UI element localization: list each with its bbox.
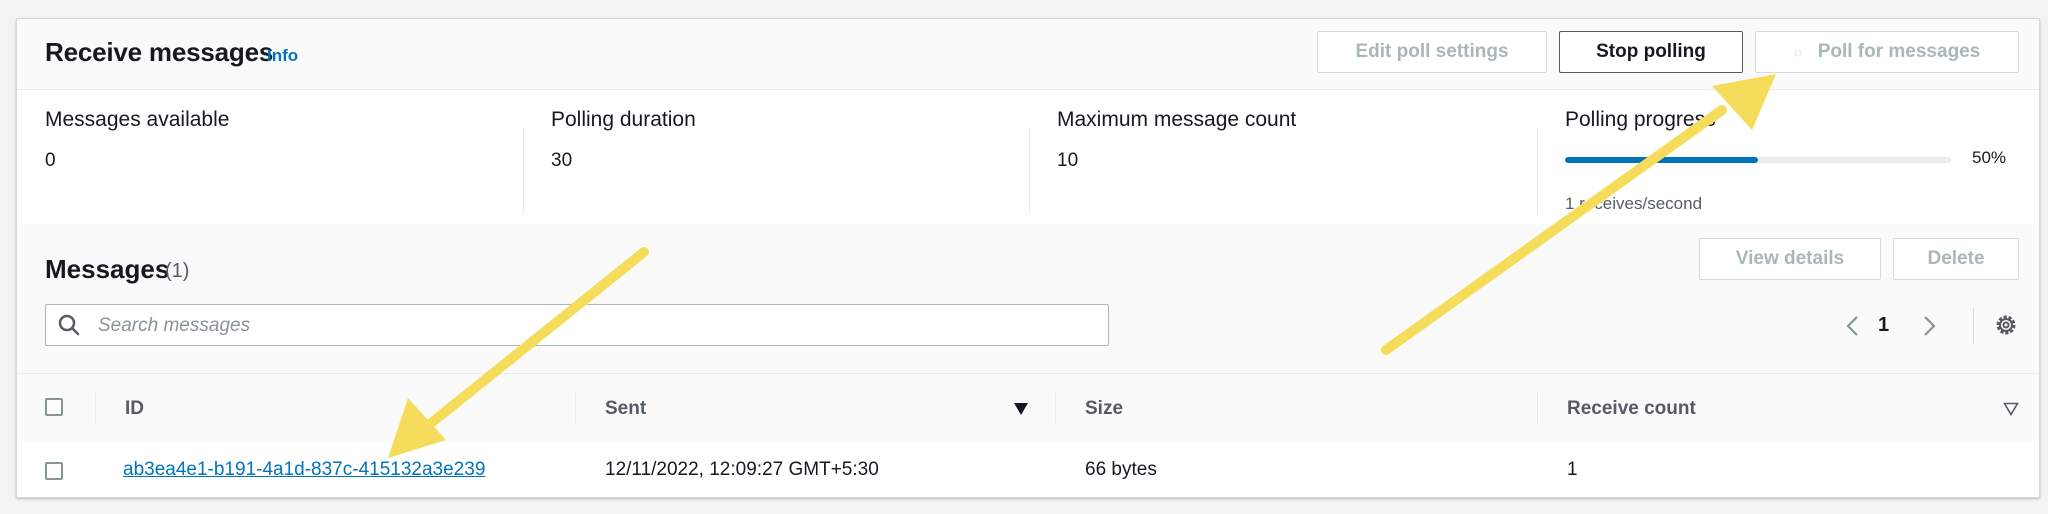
column-header-id[interactable]: ID: [125, 398, 144, 420]
search-icon: [58, 314, 80, 336]
stat-maximum-message-count: Maximum message count 10: [1057, 108, 1296, 172]
select-all-checkbox[interactable]: [45, 398, 63, 416]
stat-label: Polling progress: [1565, 108, 1716, 131]
info-link[interactable]: Info: [267, 46, 298, 66]
messages-title: Messages: [45, 254, 170, 284]
receive-messages-panel: Receive messages Info Edit poll settings…: [16, 18, 2040, 498]
sort-icon[interactable]: [2003, 402, 2019, 416]
column-divider: [95, 392, 96, 424]
page-title: Receive messages: [45, 37, 274, 67]
row-checkbox[interactable]: [45, 462, 63, 480]
stat-value: 10: [1057, 150, 1079, 171]
column-divider: [1537, 392, 1538, 424]
stop-polling-button[interactable]: Stop polling: [1559, 31, 1743, 73]
search-input[interactable]: [96, 307, 1100, 345]
divider: [1029, 128, 1030, 214]
edit-poll-settings-button[interactable]: Edit poll settings: [1317, 31, 1547, 73]
messages-section: Messages (1) View details Delete 1: [17, 224, 2039, 497]
stat-label: Messages available: [45, 108, 230, 131]
table-row[interactable]: ab3ea4e1-b191-4a1d-837c-415132a3e239 12/…: [17, 442, 2039, 497]
delete-button[interactable]: Delete: [1893, 238, 2019, 280]
panel-header: Receive messages Info Edit poll settings…: [17, 19, 2039, 90]
stat-label: Maximum message count: [1057, 108, 1297, 131]
divider: [1973, 308, 1974, 344]
search-box: [45, 304, 1109, 346]
chevron-right-icon[interactable]: [1919, 314, 1939, 338]
view-details-button[interactable]: View details: [1699, 238, 1881, 280]
column-divider: [575, 392, 576, 424]
table-header: ID Sent Size Receive count: [17, 373, 2039, 443]
column-header-sent[interactable]: Sent: [605, 398, 646, 420]
loading-spinner-icon: ◌: [1793, 44, 1803, 60]
stat-polling-progress: Polling progress: [1565, 108, 1716, 132]
poll-for-messages-button[interactable]: ◌ Poll for messages: [1755, 31, 2019, 73]
stat-label: Polling duration: [551, 108, 696, 131]
column-header-size[interactable]: Size: [1085, 398, 1123, 420]
message-sent: 12/11/2022, 12:09:27 GMT+5:30: [605, 459, 879, 480]
chevron-left-icon[interactable]: [1843, 314, 1863, 338]
stat-messages-available: Messages available 0: [45, 108, 229, 172]
stat-value: 0: [45, 150, 56, 171]
messages-count: (1): [165, 260, 190, 282]
page-number[interactable]: 1: [1878, 314, 1889, 337]
stat-polling-duration: Polling duration 30: [551, 108, 696, 172]
message-id-link[interactable]: ab3ea4e1-b191-4a1d-837c-415132a3e239: [123, 459, 485, 481]
polling-progress-fill: [1565, 157, 1758, 163]
column-header-receive-count[interactable]: Receive count: [1567, 398, 1696, 420]
poll-for-messages-label: Poll for messages: [1817, 41, 1981, 62]
polling-progress-percent: 50%: [1972, 148, 2007, 167]
message-receive-count: 1: [1567, 459, 1578, 480]
stat-value: 30: [551, 150, 573, 171]
message-size: 66 bytes: [1085, 459, 1157, 480]
divider: [523, 128, 524, 214]
gear-icon[interactable]: [1993, 312, 2019, 338]
polling-stats: Messages available 0 Polling duration 30…: [17, 90, 2039, 223]
column-divider: [1055, 392, 1056, 424]
divider: [1537, 128, 1538, 214]
sort-descending-icon[interactable]: [1013, 402, 1029, 416]
polling-rate: 1 receives/second: [1565, 194, 1703, 213]
polling-progress-bar: [1565, 157, 1951, 163]
